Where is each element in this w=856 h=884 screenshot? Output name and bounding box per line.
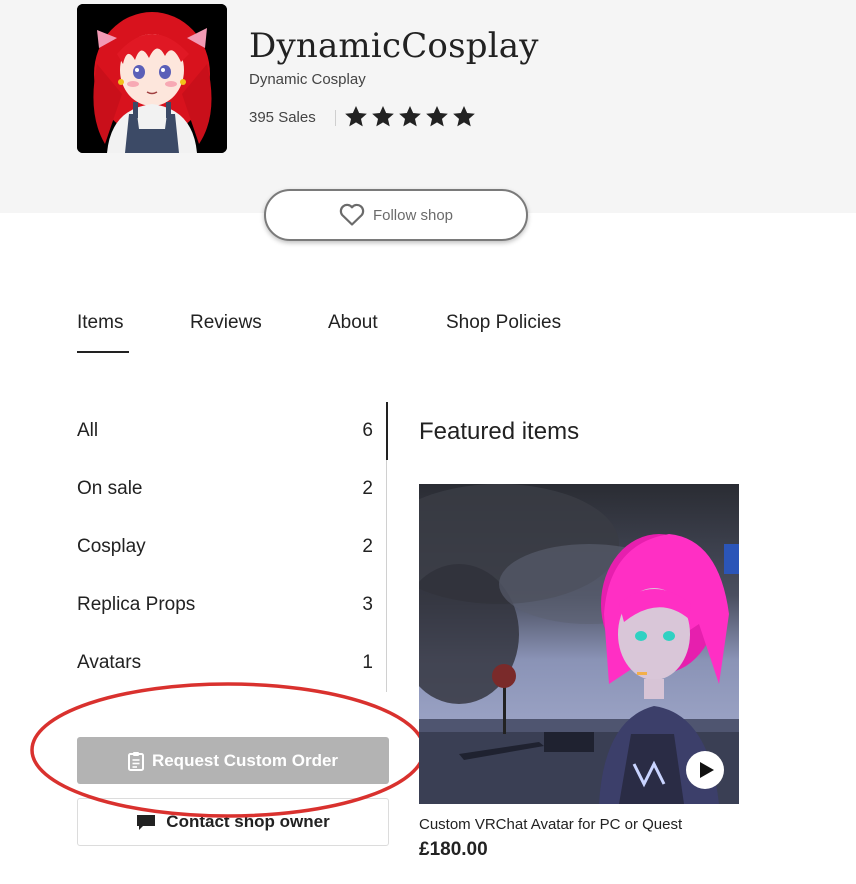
listing-image[interactable] (419, 484, 739, 804)
category-label: All (77, 420, 99, 441)
category-count: 3 (362, 594, 373, 615)
category-active-indicator (386, 402, 388, 460)
tab-about[interactable]: About (328, 312, 378, 334)
play-video-button[interactable] (686, 751, 724, 789)
category-label: Replica Props (77, 594, 196, 615)
request-custom-order-button[interactable]: Request Custom Order (77, 737, 389, 784)
tab-shop-policies[interactable]: Shop Policies (446, 312, 561, 334)
category-label: Cosplay (77, 536, 146, 557)
star-icon (345, 105, 367, 127)
category-all[interactable]: All 6 (77, 411, 373, 451)
shop-avatar[interactable] (77, 4, 227, 153)
category-count: 2 (362, 536, 373, 557)
clipboard-icon (127, 751, 144, 771)
follow-shop-button[interactable]: Follow shop (264, 189, 528, 241)
star-icon (399, 105, 421, 127)
category-avatars[interactable]: Avatars 1 (77, 643, 373, 683)
listing-title[interactable]: Custom VRChat Avatar for PC or Quest (419, 816, 682, 833)
category-count: 2 (362, 478, 373, 499)
contact-shop-owner-label: Contact shop owner (166, 812, 330, 831)
tab-items[interactable]: Items (77, 312, 123, 334)
sales-divider (335, 110, 336, 126)
play-icon (699, 762, 714, 778)
shop-display-name: Dynamic Cosplay (249, 71, 366, 88)
contact-shop-owner-button[interactable]: Contact shop owner (77, 798, 389, 846)
star-icon (372, 105, 394, 127)
category-count: 6 (362, 420, 373, 441)
mail-icon (137, 815, 156, 830)
request-custom-order-label: Request Custom Order (151, 750, 339, 770)
heart-icon (339, 203, 365, 226)
tab-reviews[interactable]: Reviews (190, 312, 262, 334)
featured-items-heading: Featured items (419, 418, 580, 445)
star-icon (426, 105, 448, 127)
rating-stars[interactable] (343, 104, 477, 132)
shop-name: DynamicCosplay (249, 26, 539, 66)
active-tab-indicator (77, 351, 129, 353)
category-label: Avatars (77, 652, 142, 673)
category-replica-props[interactable]: Replica Props 3 (77, 585, 373, 625)
sales-count: 395 Sales (249, 109, 316, 126)
category-label: On sale (77, 478, 143, 499)
category-cosplay[interactable]: Cosplay 2 (77, 527, 373, 567)
follow-shop-label: Follow shop (372, 206, 454, 224)
star-icon (453, 105, 475, 127)
listing-price: £180.00 (419, 839, 488, 860)
category-count: 1 (362, 652, 373, 673)
category-on-sale[interactable]: On sale 2 (77, 469, 373, 509)
